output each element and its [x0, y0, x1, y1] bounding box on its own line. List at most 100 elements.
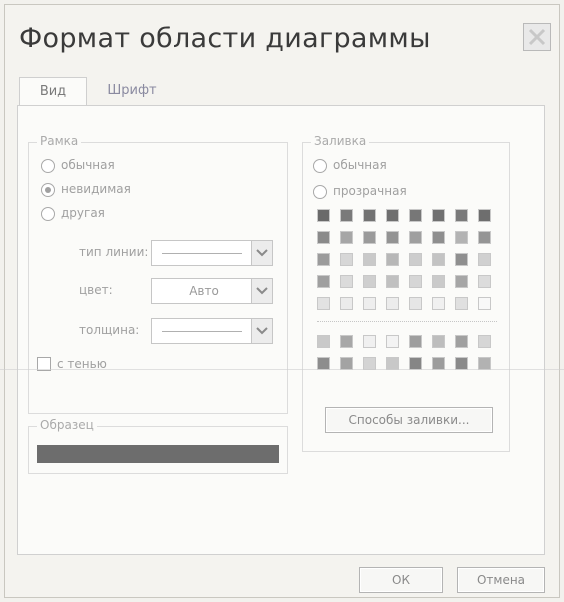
color-swatch[interactable] — [386, 231, 399, 244]
dialog-title: Формат области диаграммы — [19, 23, 431, 54]
color-swatch[interactable] — [455, 297, 468, 310]
line-type-select[interactable] — [151, 240, 273, 266]
color-swatch[interactable] — [340, 297, 353, 310]
color-swatch[interactable] — [432, 253, 445, 266]
close-button[interactable] — [523, 23, 551, 51]
color-swatch[interactable] — [432, 297, 445, 310]
tab-panel-view: Рамка обычная невидимая другая тип линии… — [17, 105, 545, 555]
sample-group: Образец — [28, 418, 288, 474]
radio-button[interactable] — [313, 159, 327, 173]
color-swatch[interactable] — [432, 231, 445, 244]
color-swatch[interactable] — [317, 335, 330, 348]
color-swatch[interactable] — [432, 275, 445, 288]
fill-effects-button[interactable]: Способы заливки... — [325, 407, 493, 433]
radio-label: невидимая — [61, 182, 131, 196]
shadow-checkbox-row[interactable]: с тенью — [37, 355, 157, 373]
color-swatch[interactable] — [478, 253, 491, 266]
sample-preview — [37, 445, 279, 463]
color-swatch[interactable] — [455, 231, 468, 244]
color-swatch[interactable] — [409, 297, 422, 310]
color-swatch[interactable] — [317, 231, 330, 244]
color-swatch[interactable] — [317, 253, 330, 266]
color-swatch[interactable] — [409, 231, 422, 244]
color-swatch[interactable] — [409, 253, 422, 266]
border-color-select[interactable]: Авто — [151, 278, 273, 304]
close-icon — [528, 28, 546, 46]
scan-artifact-line — [0, 369, 564, 370]
color-swatch[interactable] — [340, 231, 353, 244]
color-label: цвет: — [79, 283, 113, 297]
color-swatch[interactable] — [455, 335, 468, 348]
color-swatch[interactable] — [478, 275, 491, 288]
fill-option-normal[interactable]: обычная — [313, 157, 473, 175]
radio-button[interactable] — [41, 159, 55, 173]
fill-option-transparent[interactable]: прозрачная — [313, 183, 473, 201]
radio-label: обычная — [61, 158, 115, 172]
radio-label: обычная — [333, 158, 387, 172]
color-swatch[interactable] — [363, 209, 376, 222]
border-option-normal[interactable]: обычная — [41, 157, 201, 175]
color-palette — [317, 209, 501, 389]
tab-font[interactable]: Шрифт — [91, 77, 173, 105]
color-swatch[interactable] — [363, 231, 376, 244]
color-swatch[interactable] — [478, 209, 491, 222]
color-swatch[interactable] — [340, 209, 353, 222]
border-option-invisible[interactable]: невидимая — [41, 181, 201, 199]
color-swatch[interactable] — [455, 209, 468, 222]
thickness-select[interactable] — [151, 318, 273, 344]
chevron-down-icon — [256, 327, 268, 335]
tab-view[interactable]: Вид — [19, 77, 87, 105]
palette-separator — [317, 321, 497, 322]
line-style-preview — [162, 253, 242, 254]
color-swatch[interactable] — [363, 275, 376, 288]
color-swatch[interactable] — [455, 253, 468, 266]
color-swatch[interactable] — [386, 209, 399, 222]
dropdown-button[interactable] — [251, 279, 272, 303]
color-swatch[interactable] — [317, 275, 330, 288]
format-chart-area-dialog: Формат области диаграммы Вид Шрифт Рамка… — [4, 4, 560, 598]
border-color-value: Авто — [189, 284, 219, 298]
thickness-label: толщина: — [79, 323, 140, 337]
color-swatch[interactable] — [432, 335, 445, 348]
thickness-preview — [162, 331, 242, 332]
radio-button[interactable] — [313, 185, 327, 199]
color-swatch[interactable] — [478, 297, 491, 310]
color-swatch[interactable] — [386, 297, 399, 310]
chevron-down-icon — [256, 249, 268, 257]
color-swatch[interactable] — [432, 209, 445, 222]
color-swatch[interactable] — [317, 209, 330, 222]
color-swatch[interactable] — [340, 335, 353, 348]
radio-label: прозрачная — [333, 184, 407, 198]
line-type-label: тип линии: — [79, 245, 149, 259]
color-swatch[interactable] — [386, 275, 399, 288]
dropdown-button[interactable] — [251, 319, 272, 343]
border-group: Рамка обычная невидимая другая тип линии… — [28, 134, 288, 414]
radio-button[interactable] — [41, 207, 55, 221]
border-legend: Рамка — [37, 134, 82, 148]
color-swatch[interactable] — [340, 275, 353, 288]
color-swatch[interactable] — [409, 335, 422, 348]
sample-legend: Образец — [37, 418, 97, 432]
color-swatch[interactable] — [363, 297, 376, 310]
titlebar: Формат области диаграммы — [5, 5, 559, 75]
color-swatch[interactable] — [478, 231, 491, 244]
color-swatch[interactable] — [478, 335, 491, 348]
color-swatch[interactable] — [340, 253, 353, 266]
color-swatch[interactable] — [363, 253, 376, 266]
dropdown-button[interactable] — [251, 241, 272, 265]
color-swatch[interactable] — [363, 335, 376, 348]
fill-legend: Заливка — [311, 134, 370, 148]
radio-button[interactable] — [41, 183, 55, 197]
color-swatch[interactable] — [409, 275, 422, 288]
fill-group: Заливка обычная прозрачная Способы залив… — [302, 134, 510, 452]
radio-label: другая — [61, 206, 105, 220]
color-swatch[interactable] — [317, 297, 330, 310]
color-swatch[interactable] — [409, 209, 422, 222]
color-swatch[interactable] — [455, 275, 468, 288]
color-swatch[interactable] — [386, 253, 399, 266]
color-swatch[interactable] — [386, 335, 399, 348]
chevron-down-icon — [256, 287, 268, 295]
border-option-custom[interactable]: другая — [41, 205, 201, 223]
cancel-button[interactable]: Отмена — [457, 567, 545, 593]
ok-button[interactable]: ОК — [359, 567, 443, 593]
